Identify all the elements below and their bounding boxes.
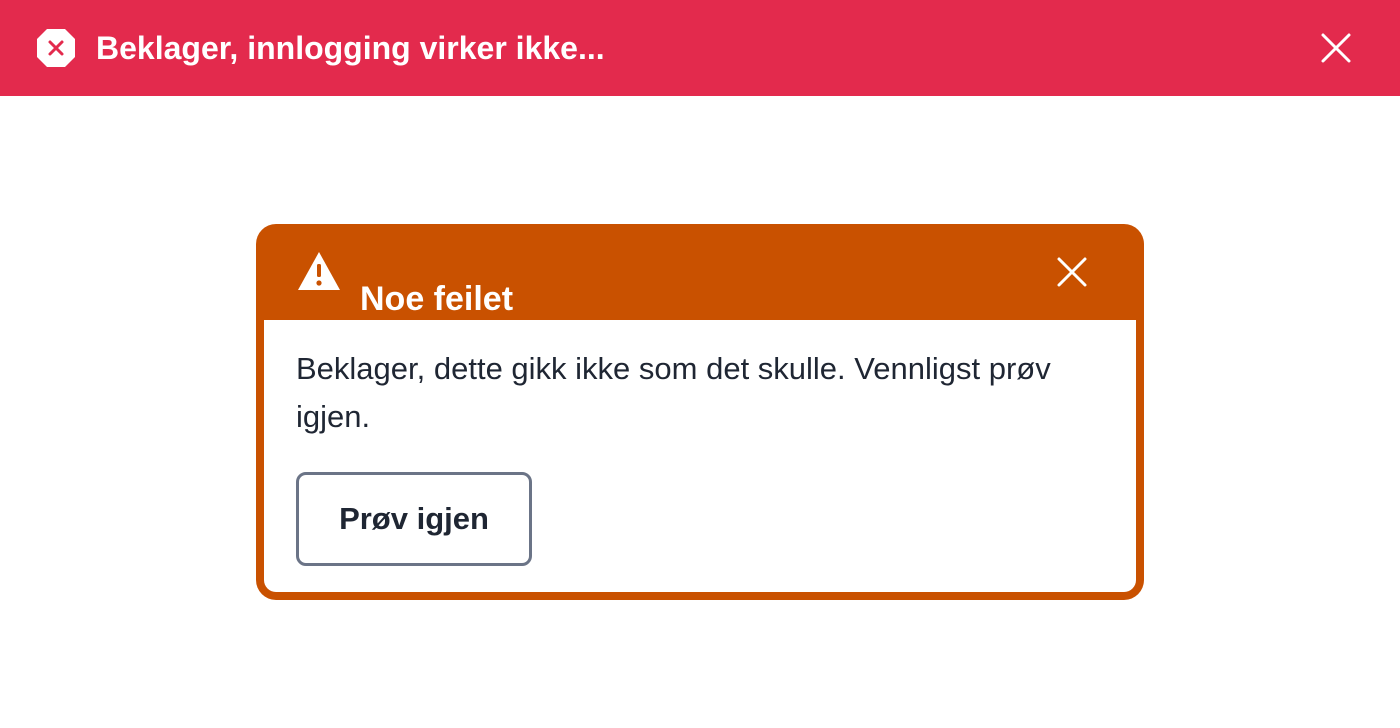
close-icon (1321, 33, 1351, 63)
error-dialog: Noe feilet Beklager, dette gikk ikke som… (256, 224, 1144, 600)
warning-triangle-icon (296, 250, 342, 292)
error-octagon-icon (36, 28, 76, 68)
dialog-message: Beklager, dette gikk ikke som det skulle… (296, 351, 1051, 434)
retry-button[interactable]: Prøv igjen (296, 472, 532, 566)
dialog-header: Noe feilet (256, 224, 1144, 320)
close-icon (1057, 257, 1087, 287)
dialog-body: Beklager, dette gikk ikke som det skulle… (264, 320, 1136, 592)
banner-close-button[interactable] (1316, 28, 1356, 68)
banner-title: Beklager, innlogging virker ikke... (96, 30, 605, 66)
dialog-close-button[interactable] (1052, 252, 1092, 292)
dialog-title: Noe feilet (360, 280, 514, 319)
login-error-banner: Beklager, innlogging virker ikke... (0, 0, 1400, 96)
